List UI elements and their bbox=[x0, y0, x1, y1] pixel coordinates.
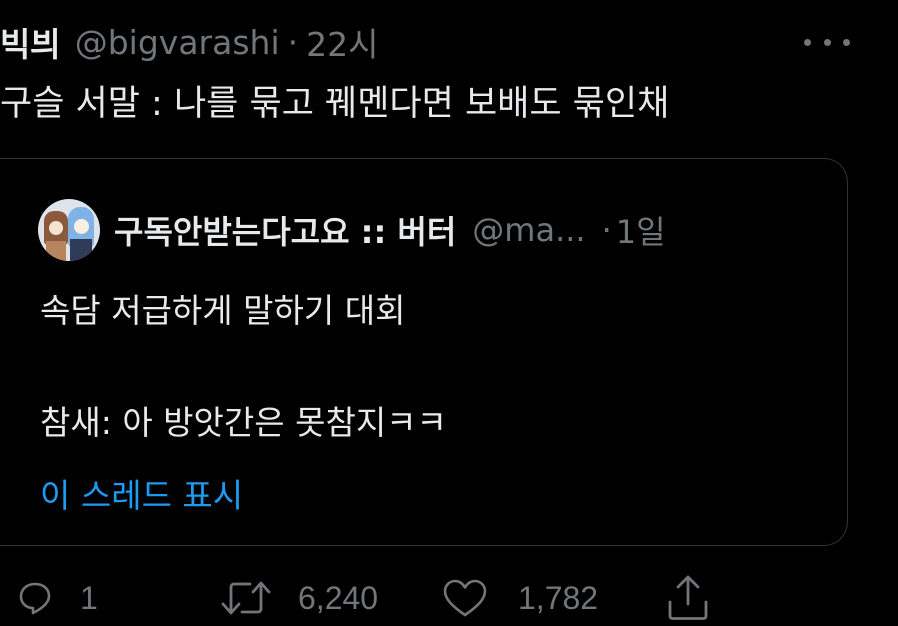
separator-dot: · bbox=[601, 211, 612, 249]
more-options-icon[interactable] bbox=[804, 28, 850, 56]
share-button[interactable] bbox=[664, 570, 712, 626]
quote-line: 참새: 아 방앗간은 못참지ㅋㅋ bbox=[40, 403, 447, 442]
like-button[interactable]: 1,782 bbox=[442, 570, 598, 626]
tweet-header: 빅븨 @bigvarashi · 22시 bbox=[0, 18, 378, 66]
avatar-figure bbox=[70, 239, 92, 261]
more-dot bbox=[843, 38, 850, 46]
reply-icon bbox=[19, 582, 51, 615]
separator-dot: · bbox=[287, 22, 299, 62]
reply-button[interactable]: 1 bbox=[18, 570, 98, 626]
more-dot bbox=[804, 38, 811, 46]
heart-icon bbox=[443, 579, 487, 617]
more-dot bbox=[823, 38, 831, 46]
quoted-tweet-card[interactable]: 구독안받는다고요 :: 버터 @ma... · 1일 속담 저급하게 말하기 대… bbox=[0, 158, 848, 546]
author-name[interactable]: 빅븨 bbox=[0, 18, 61, 66]
author-handle[interactable]: @bigvarashi bbox=[75, 23, 280, 62]
tweet-time[interactable]: 22시 bbox=[306, 18, 378, 66]
avatar[interactable] bbox=[38, 199, 100, 261]
retweet-count: 6,240 bbox=[298, 579, 379, 616]
show-thread-link[interactable]: 이 스레드 표시 bbox=[40, 469, 243, 517]
retweet-icon bbox=[221, 581, 271, 615]
share-icon bbox=[668, 575, 708, 620]
avatar-figure bbox=[74, 219, 89, 234]
retweet-button[interactable]: 6,240 bbox=[220, 570, 378, 626]
tweet-text: 구슬 서말 : 나를 묶고 꿰멘다면 보배도 묶인채 bbox=[0, 84, 670, 124]
quote-header: 구독안받는다고요 :: 버터 @ma... · 1일 bbox=[38, 199, 666, 261]
quote-text: 속담 저급하게 말하기 대회 참새: 아 방앗간은 못참지ㅋㅋ bbox=[40, 283, 447, 451]
avatar-figure bbox=[46, 241, 66, 261]
quote-line: 속담 저급하게 말하기 대회 bbox=[40, 291, 406, 330]
quote-line-gap bbox=[40, 339, 447, 395]
avatar-figure bbox=[49, 221, 63, 235]
quote-author-name: 구독안받는다고요 :: 버터 bbox=[114, 213, 457, 251]
quote-time: 1일 bbox=[615, 213, 666, 251]
action-bar: 1 6,240 1,782 bbox=[0, 570, 898, 626]
quote-author-handle: @ma... bbox=[472, 211, 586, 249]
like-count: 1,782 bbox=[518, 579, 599, 616]
reply-count: 1 bbox=[80, 579, 98, 616]
